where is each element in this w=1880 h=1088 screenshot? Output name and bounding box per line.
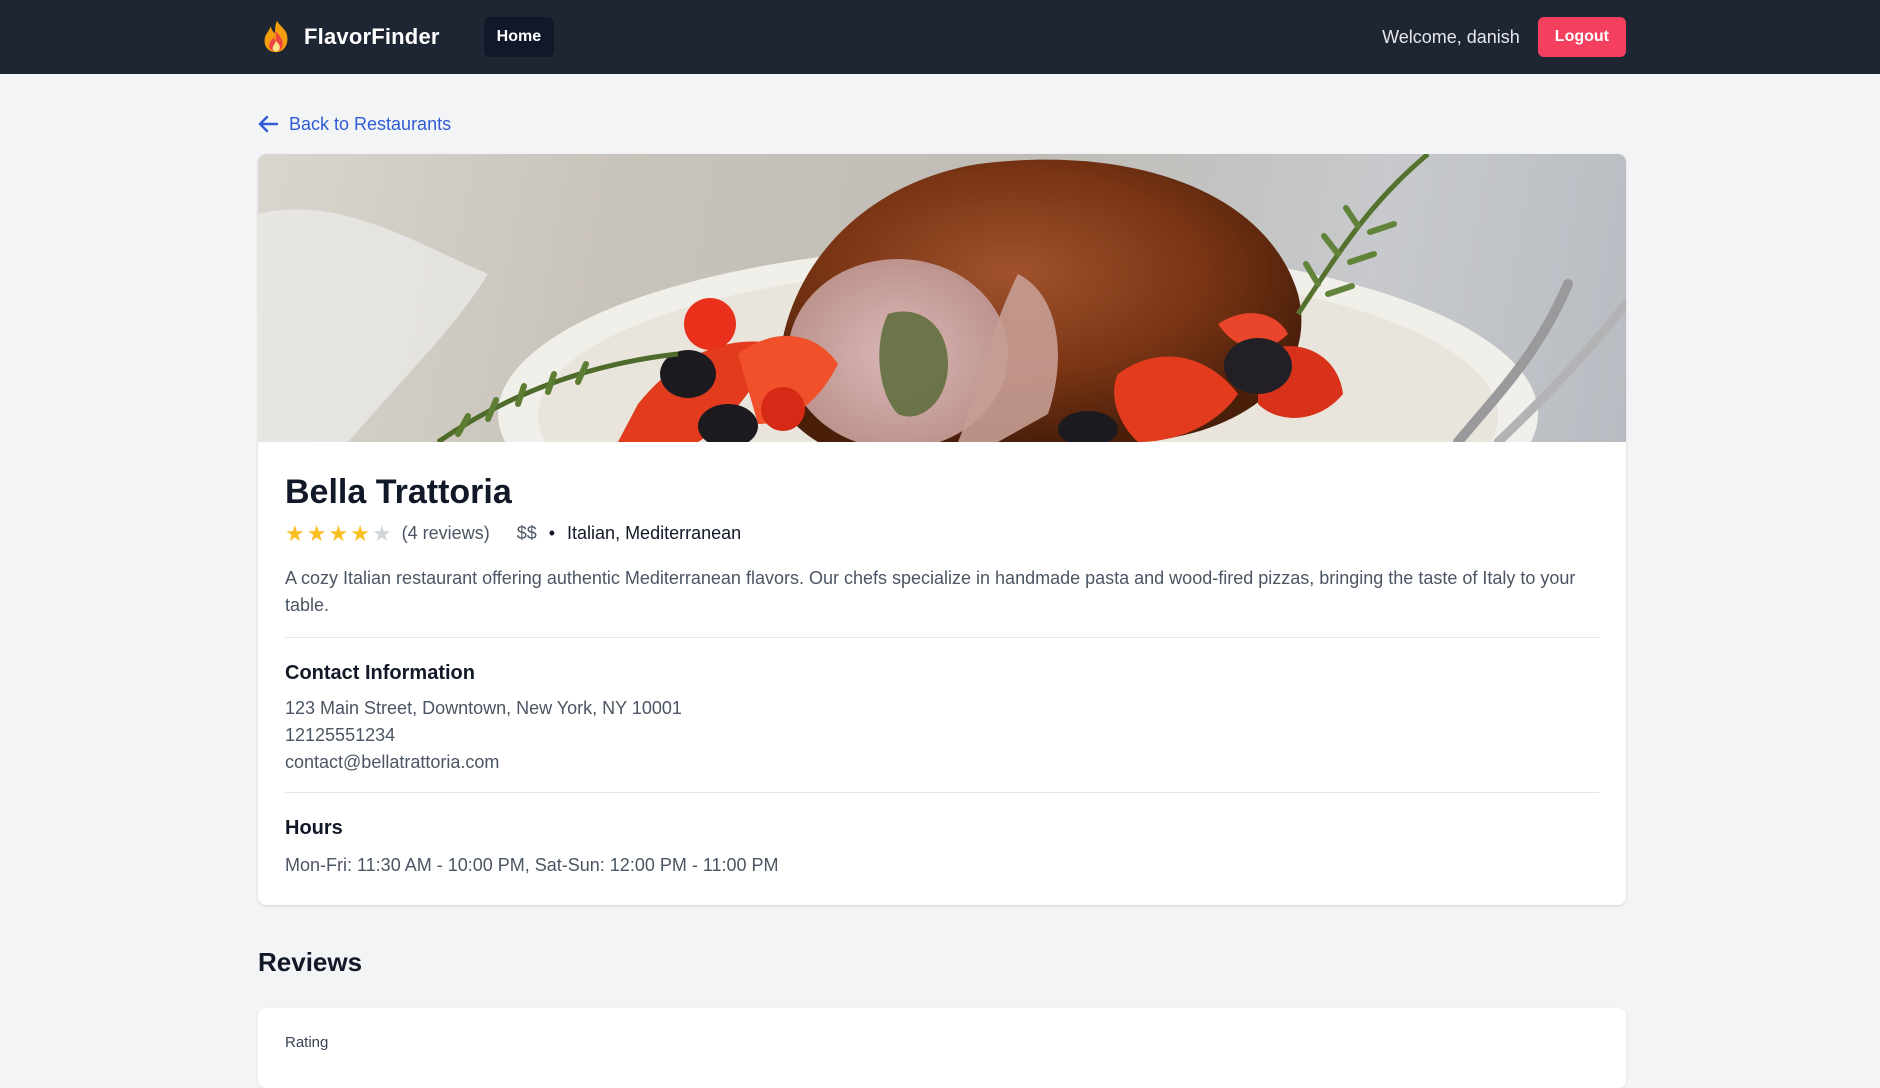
price-level: $$ [516,523,537,544]
main-content: Back to Restaurants Bella Trattoria ★ ★ … [258,74,1626,1088]
star-icon: ★ [350,520,370,546]
star-icon: ★ [328,520,349,546]
email-text: contact@bellatrattoria.com [285,751,500,772]
cuisine-list: Italian, Mediterranean [567,523,742,544]
restaurant-description: A cozy Italian restaurant offering authe… [285,565,1599,638]
hours-section-title: Hours [285,816,343,839]
brand-name: FlavorFinder [304,24,440,49]
brand-logo[interactable]: FlavorFinder [258,18,440,56]
contact-section-title: Contact Information [285,661,475,684]
rating-label: Rating [285,1033,329,1051]
top-navbar: FlavorFinder Home Welcome, danish Logout [0,0,1880,74]
arrow-left-icon [258,115,279,133]
back-link-label: Back to Restaurants [289,113,452,134]
star-rating: ★ ★ ★ ★ ★ [285,520,392,546]
restaurant-name: Bella Trattoria [285,473,512,511]
restaurant-hero-image [258,154,1626,442]
restaurant-card: Bella Trattoria ★ ★ ★ ★ ★ (4 reviews) $$… [258,154,1626,905]
phone-text: 12125551234 [285,724,396,745]
back-to-restaurants-link[interactable]: Back to Restaurants [258,112,1626,136]
restaurant-meta: ★ ★ ★ ★ ★ (4 reviews) $$ • Italian, Medi… [285,520,1599,546]
welcome-text: Welcome, danish [1382,26,1520,47]
separator-dot: • [548,523,556,544]
home-button[interactable]: Home [483,17,555,57]
contact-info: 123 Main Street, Downtown, New York, NY … [285,695,1599,793]
review-count: (4 reviews) [401,523,490,544]
star-icon: ★ [306,520,327,546]
logout-button[interactable]: Logout [1537,17,1626,57]
flame-icon [264,20,288,53]
reviews-heading: Reviews [258,946,363,977]
address-text: 123 Main Street, Downtown, New York, NY … [285,697,682,718]
star-icon: ★ [285,520,305,546]
review-form-card: Rating [258,1007,1626,1088]
star-icon: ★ [371,520,392,546]
hours-text: Mon-Fri: 11:30 AM - 10:00 PM, Sat-Sun: 1… [285,854,779,875]
